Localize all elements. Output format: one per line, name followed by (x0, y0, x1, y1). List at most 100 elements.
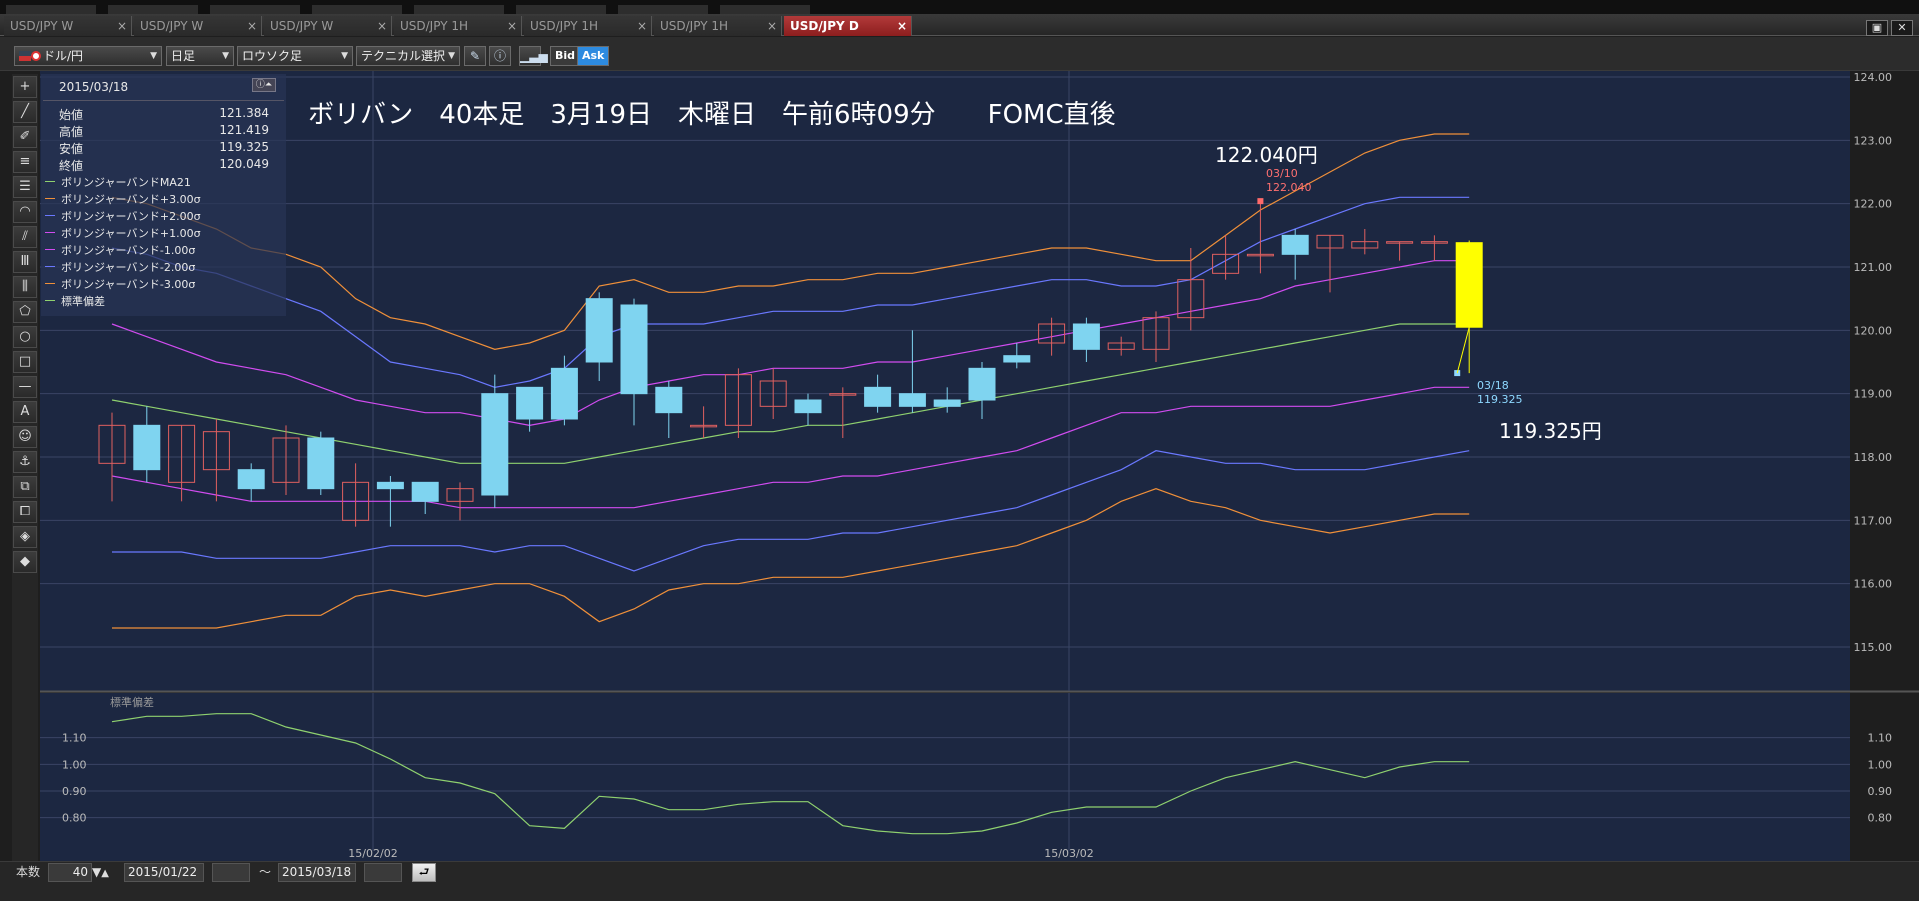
drawing-tool-8-icon[interactable]: ⫼ (13, 276, 37, 298)
drawing-tool-7-icon[interactable]: Ⅲ (13, 251, 37, 273)
ask-button[interactable]: Ask (577, 46, 610, 66)
candle-body (1072, 323, 1100, 350)
chevron-down-icon[interactable]: ▼ (92, 865, 101, 879)
drawing-tool-10-icon[interactable]: ○ (13, 326, 37, 348)
drawing-tool-19-icon[interactable]: ◆ (13, 551, 37, 573)
tab-usdjpy-1h-2[interactable]: USD/JPY 1H × (524, 16, 652, 36)
ohlc-value: 121.384 (219, 106, 269, 120)
period-select[interactable]: 日足 ▼ (166, 46, 234, 66)
to-time-input[interactable] (364, 863, 402, 882)
tab-usdjpy-d[interactable]: USD/JPY D × (784, 16, 912, 36)
candle-body (1003, 355, 1031, 363)
go-button[interactable]: ⮐ (412, 863, 436, 882)
range-tilde: ～ (259, 865, 272, 879)
chart-toolbar: ドル/円 ▼ 日足 ▼ ロウソク足 ▼ テクニカル選択 ▼ ✎ ⓘ ▁▃▅ Bid As… (0, 37, 1919, 71)
indicator-label: ボリンジャーバンド-3.00σ (61, 278, 196, 291)
tab-close-icon[interactable]: × (767, 16, 777, 36)
price-tick-label: 115.00 (1854, 641, 1893, 654)
info-icon[interactable]: ⓘ (489, 46, 511, 66)
currency-pair-select[interactable]: ドル/円 ▼ (14, 46, 162, 66)
trading-app-window: USD/JPY W × USD/JPY W × USD/JPY W × USD/JPY… (0, 0, 1919, 901)
bid-button[interactable]: Bid (550, 46, 581, 66)
count-stepper[interactable]: ▼▲ (92, 863, 109, 882)
chart-canvas[interactable]: 115.00 116.00 117.00 118.00 119.00 120.00 121.… (40, 71, 1919, 861)
strip-item (6, 5, 96, 14)
drawing-tool-4-icon[interactable]: ☰ (13, 176, 37, 198)
tab-usdjpy-w-2[interactable]: USD/JPY W × (134, 16, 262, 36)
low-marker-value: 119.325 (1477, 393, 1523, 406)
main-plot-background (40, 71, 1850, 691)
tab-close-icon[interactable]: × (377, 16, 387, 36)
strip-item (414, 5, 504, 14)
indicator-label: ボリンジャーバンド-1.00σ (61, 244, 196, 257)
chart-title-annotation: ボリバン 40本足 3月19日 木曜日 午前6時09分 FOMC直後 (308, 100, 1116, 130)
indicator-label: ボリンジャーバンド+2.00σ (61, 210, 201, 223)
date-tick-label: 15/03/02 (1044, 847, 1093, 860)
price-tick-label: 120.00 (1854, 324, 1893, 337)
range-bar: 本数 40 ▼▲ 2015/01/22 ～ 2015/03/18 ⮐ (0, 861, 1919, 901)
tab-usdjpy-w-1[interactable]: USD/JPY W × (4, 16, 132, 36)
indicator-label: ボリンジャーバンドMA21 (61, 176, 191, 189)
to-date-input[interactable]: 2015/03/18 (278, 863, 356, 882)
drawing-tool-11-icon[interactable]: □ (13, 351, 37, 373)
tab-close-icon[interactable]: × (637, 16, 647, 36)
chevron-up-icon[interactable]: ▲ (101, 868, 109, 879)
jp-flag-icon (31, 51, 41, 61)
candle-body (968, 367, 996, 401)
ohlc-label: 終値 (59, 159, 84, 173)
drawing-tool-15-icon[interactable]: ⚓ (13, 451, 37, 473)
from-time-input[interactable] (212, 863, 250, 882)
ohlc-label: 高値 (59, 125, 84, 139)
tab-close-icon[interactable]: × (897, 16, 907, 36)
candle-body (655, 386, 683, 414)
tab-close-icon[interactable]: × (117, 16, 127, 36)
tab-usdjpy-w-3[interactable]: USD/JPY W × (264, 16, 392, 36)
std-panel-label: 標準偏差 (110, 695, 154, 709)
chart-type-select[interactable]: ロウソク足 ▼ (237, 46, 353, 66)
drawing-tool-14-icon[interactable]: ☺ (13, 426, 37, 448)
close-window-button[interactable]: ✕ (1891, 20, 1913, 36)
restore-window-button[interactable]: ▣ (1866, 20, 1888, 36)
tab-usdjpy-1h-1[interactable]: USD/JPY 1H × (394, 16, 522, 36)
indicator-lower2: ボリンジャーバンド-2.00σ (45, 259, 195, 275)
pen-icon[interactable]: ✎ (464, 46, 486, 66)
tab-close-icon[interactable]: × (507, 16, 517, 36)
drawing-tool-3-icon[interactable]: ≡ (13, 151, 37, 173)
bar-count-input[interactable]: 40 (48, 863, 92, 882)
from-date-input[interactable]: 2015/01/22 (124, 863, 204, 882)
chevron-down-icon: ▼ (222, 51, 229, 61)
strip-item (720, 5, 810, 14)
drawing-tool-13-icon[interactable]: A (13, 401, 37, 423)
drawing-tool-18-icon[interactable]: ◈ (13, 526, 37, 548)
tab-close-icon[interactable]: × (247, 16, 257, 36)
tab-usdjpy-1h-3[interactable]: USD/JPY 1H × (654, 16, 782, 36)
bar-count-label: 本数 (16, 865, 41, 879)
drawing-tool-6-icon[interactable]: ⫽ (13, 226, 37, 248)
drawing-tool-2-icon[interactable]: ✐ (13, 126, 37, 148)
chart-area: 115.00 116.00 117.00 118.00 119.00 120.00 121.… (40, 71, 1919, 861)
drawing-tool-0-icon[interactable]: + (13, 76, 37, 98)
std-tick-label-left: 0.90 (62, 785, 87, 798)
drawing-tool-16-icon[interactable]: ⧉ (13, 476, 37, 498)
period-value: 日足 (171, 49, 196, 63)
std-tick-label-left: 1.00 (62, 758, 87, 771)
info-toggle-icon[interactable]: ⓘ⏶ (252, 78, 276, 92)
price-tick-label: 124.00 (1854, 71, 1893, 84)
candle-body (550, 367, 578, 420)
tab-label: USD/JPY 1H (530, 19, 598, 33)
drawing-tool-12-icon[interactable]: — (13, 376, 37, 398)
low-price-annotation: 119.325円 (1499, 419, 1602, 443)
drawing-tool-1-icon[interactable]: ╱ (13, 101, 37, 123)
drawing-tool-5-icon[interactable]: ◠ (13, 201, 37, 223)
indicator-upper2: ボリンジャーバンド+2.00σ (45, 208, 201, 224)
high-marker-dot (1257, 198, 1264, 205)
strip-item (618, 5, 708, 14)
drawing-tool-17-icon[interactable]: ⧠ (13, 501, 37, 523)
drawing-tool-9-icon[interactable]: ⬠ (13, 301, 37, 323)
price-tick-label: 122.00 (1854, 198, 1893, 211)
technical-select[interactable]: テクニカル選択 ▼ (356, 46, 460, 66)
indicator-upper3: ボリンジャーバンド+3.00σ (45, 191, 201, 207)
chevron-down-icon: ▼ (448, 51, 455, 61)
tab-label: USD/JPY W (270, 19, 334, 33)
chart-style-icon[interactable]: ▁▃▅ (519, 46, 548, 66)
